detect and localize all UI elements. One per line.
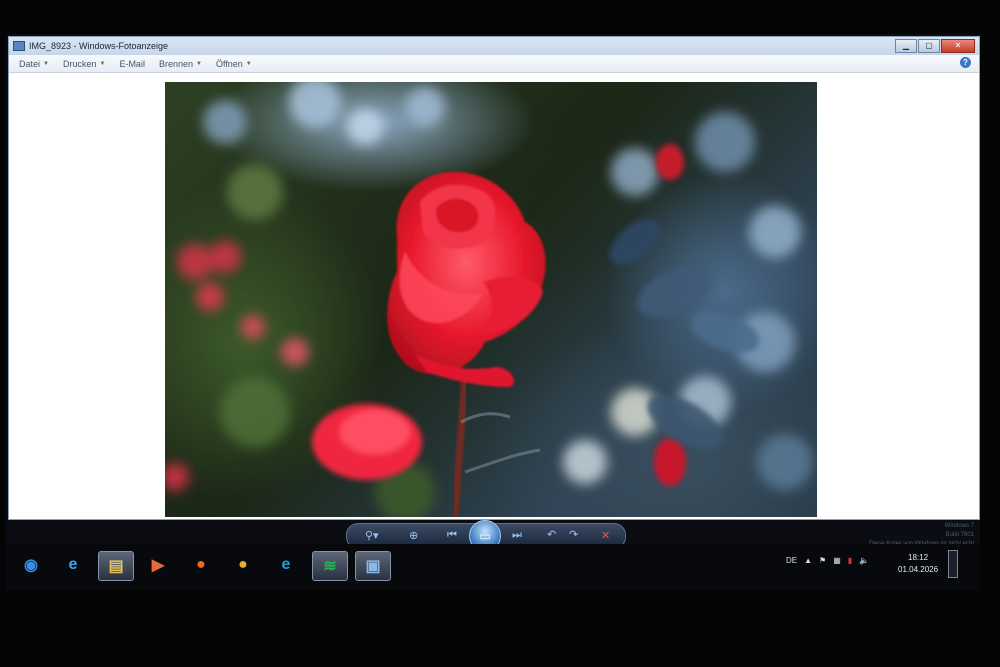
monitor-screen: IMG_8923 - Windows-Fotoanzeige ▁ ▢ ✕ Dat… xyxy=(6,34,980,590)
delete-button[interactable]: ✕ xyxy=(601,529,610,542)
menu-oeffnen[interactable]: Öffnen ▼ xyxy=(216,59,252,69)
rotate-left-button[interactable]: ↶ xyxy=(547,528,556,541)
clock[interactable]: 18:12 01.04.2026 xyxy=(898,552,938,576)
chrome-icon[interactable]: ● xyxy=(226,551,260,579)
start-orb-icon[interactable]: ◉ xyxy=(14,551,48,579)
show-hidden-icons-icon[interactable]: ▲ xyxy=(804,556,812,565)
internet-explorer-icon[interactable]: e xyxy=(56,551,90,579)
previous-button[interactable]: ⏮ xyxy=(447,529,457,542)
rose-photo-graphic xyxy=(165,82,813,517)
menu-email[interactable]: E-Mail xyxy=(119,59,145,69)
clock-date: 01.04.2026 xyxy=(898,565,939,574)
maximize-button[interactable]: ▢ xyxy=(918,39,940,53)
minimize-button[interactable]: ▁ xyxy=(895,39,917,53)
file-explorer-icon-glyph: ▤ xyxy=(108,558,124,575)
zoom-button[interactable]: ⚲▾ xyxy=(365,529,379,542)
clock-time: 18:12 xyxy=(908,553,929,562)
menu-label: Öffnen xyxy=(215,58,243,69)
rose-photo xyxy=(165,82,817,517)
internet-explorer-icon-glyph: e xyxy=(68,556,78,573)
flag-icon[interactable]: ⚑ xyxy=(819,556,826,565)
system-tray: DE ▲ ⚑ ▦ ▮ 🔈 xyxy=(786,556,869,565)
photo-viewer-app-icon xyxy=(13,41,25,51)
action-center-icon[interactable]: ▦ xyxy=(833,556,841,565)
close-button[interactable]: ✕ xyxy=(941,39,975,53)
chevron-down-icon: ▼ xyxy=(245,60,252,67)
spotify-icon-glyph: ≋ xyxy=(323,558,337,575)
menu-label: E-Mail xyxy=(119,58,145,69)
taskbar: ◉ e ▤ ▶ ● ● e ≋ ▣ DE ▲ ⚑ ▦ ▮ 🔈 18:12 01.04.2026 xyxy=(6,544,980,590)
photo-viewer-icon[interactable]: ▣ xyxy=(355,551,391,581)
watermark-line: Build 7601 xyxy=(945,532,974,538)
file-explorer-icon[interactable]: ▤ xyxy=(98,551,134,581)
firefox-icon-glyph: ● xyxy=(196,556,206,573)
title-bar[interactable]: IMG_8923 - Windows-Fotoanzeige ▁ ▢ ✕ xyxy=(9,37,979,55)
edge-icon-glyph: e xyxy=(281,556,291,573)
menu-label: Drucken xyxy=(62,58,97,69)
spotify-icon[interactable]: ≋ xyxy=(312,551,348,581)
next-button[interactable]: ⏭ xyxy=(512,529,522,542)
image-viewport xyxy=(9,73,979,519)
menu-label: Brennen xyxy=(158,58,193,69)
edge-icon[interactable]: e xyxy=(269,551,303,579)
fit-window-button[interactable]: ⊕ xyxy=(409,529,418,542)
network-icon[interactable]: ▮ xyxy=(848,556,852,565)
media-player-icon-glyph: ▶ xyxy=(151,557,165,574)
media-player-icon[interactable]: ▶ xyxy=(141,551,175,579)
start-orb-icon-glyph: ◉ xyxy=(24,557,38,574)
language-indicator[interactable]: DE xyxy=(786,556,797,565)
firefox-icon[interactable]: ● xyxy=(184,551,218,579)
menu-datei[interactable]: Datei ▼ xyxy=(19,59,49,69)
chrome-icon-glyph: ● xyxy=(238,556,248,573)
watermark-line: Windows 7 xyxy=(944,523,974,529)
photo-viewer-icon-glyph: ▣ xyxy=(365,558,381,575)
volume-icon[interactable]: 🔈 xyxy=(859,556,869,565)
rotate-right-button[interactable]: ↷ xyxy=(569,528,578,541)
menu-drucken[interactable]: Drucken ▼ xyxy=(63,59,105,69)
menu-brennen[interactable]: Brennen ▼ xyxy=(159,59,202,69)
chevron-down-icon: ▼ xyxy=(43,60,49,67)
window-controls: ▁ ▢ ✕ xyxy=(895,39,975,53)
menu-bar: Datei ▼ Drucken ▼ E-Mail Brennen ▼ Öffne… xyxy=(9,55,979,73)
menu-label: Datei xyxy=(19,58,41,69)
help-icon[interactable]: ? xyxy=(960,57,971,68)
chevron-down-icon: ▼ xyxy=(195,60,202,67)
window-title: IMG_8923 - Windows-Fotoanzeige xyxy=(29,41,169,51)
photo-viewer-window: IMG_8923 - Windows-Fotoanzeige ▁ ▢ ✕ Dat… xyxy=(8,36,980,520)
chevron-down-icon: ▼ xyxy=(99,60,106,67)
show-desktop-button[interactable] xyxy=(948,550,958,578)
